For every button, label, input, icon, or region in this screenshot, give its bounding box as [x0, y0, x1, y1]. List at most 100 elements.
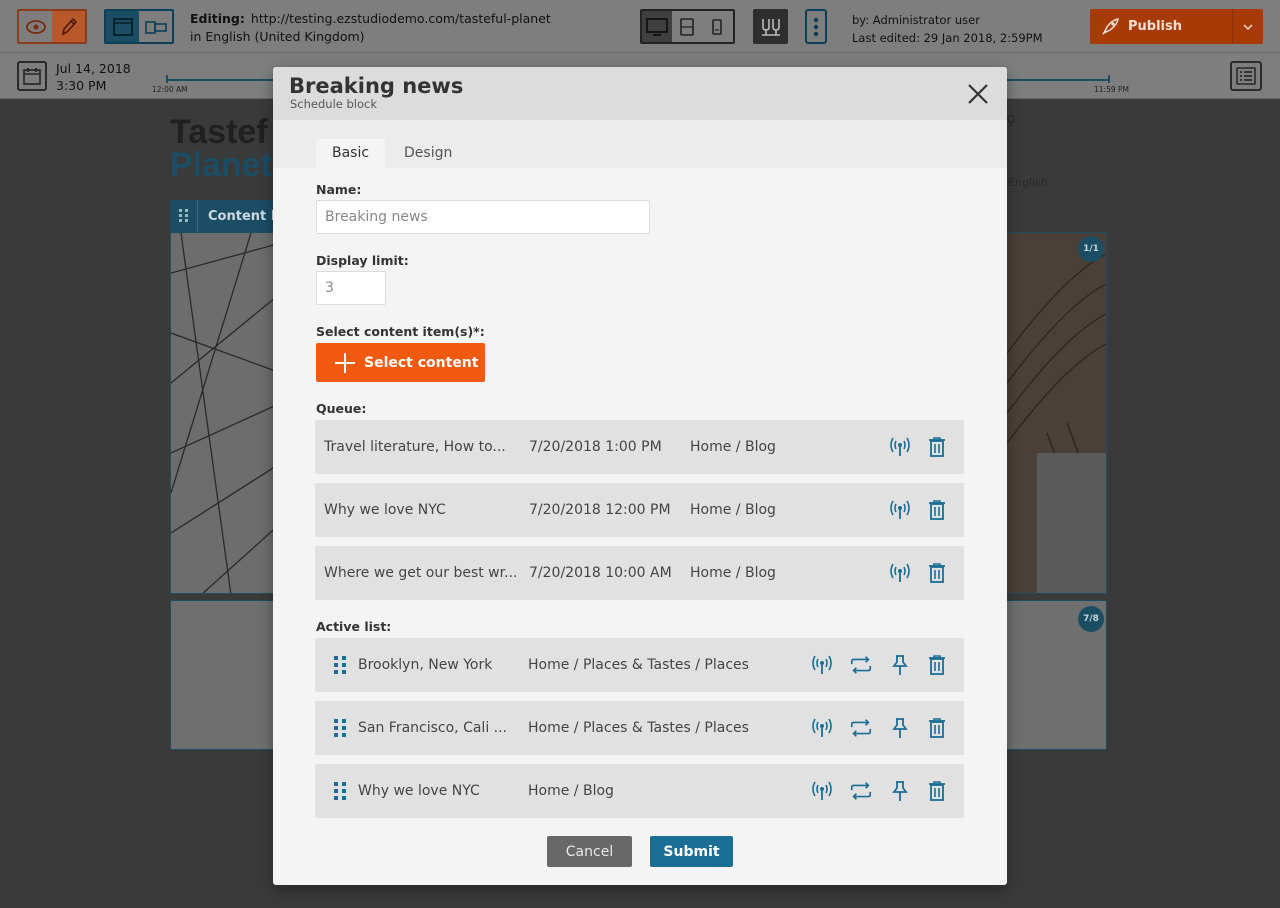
compare-button[interactable] [753, 9, 788, 44]
page-view-button[interactable] [106, 11, 139, 42]
active-list-label: Active list: [316, 619, 392, 634]
editing-language: in English (United Kingdom) [190, 29, 365, 44]
queue-item-title: Where we get our best wr... [324, 565, 518, 581]
name-input[interactable]: Breaking news [316, 200, 650, 234]
name-label: Name: [316, 182, 362, 197]
drag-handle-icon[interactable] [331, 779, 349, 803]
modal-header: Breaking news Schedule block [273, 67, 1007, 120]
structure-view-button[interactable] [139, 11, 172, 42]
cancel-button[interactable]: Cancel [547, 836, 632, 867]
schedule-block-modal: Breaking news Schedule block Basic Desig… [273, 67, 1007, 885]
modal-subtitle: Schedule block [290, 97, 378, 111]
replace-button[interactable] [849, 779, 873, 803]
broadcast-icon [890, 437, 910, 456]
modal-title: Breaking news [289, 74, 464, 98]
last-edited-line: Last edited: 29 Jan 2018, 2:59PM [852, 31, 1043, 45]
select-content-button[interactable]: Select content [316, 343, 485, 382]
author-info: by: Administrator user Last edited: 29 J… [852, 11, 1043, 47]
publish-now-button[interactable] [810, 653, 834, 677]
edit-mode-button[interactable] [52, 11, 85, 42]
content-block-header: Content L [170, 200, 280, 232]
queue-item-path: Home / Blog [690, 439, 776, 455]
timeline-start-label: 12:00 AM [152, 85, 188, 94]
page-search-icon: ⚲ [1006, 113, 1017, 129]
delete-button[interactable] [925, 561, 949, 585]
delete-button[interactable] [925, 653, 949, 677]
block-count-badge-bottom: 7/8 [1078, 606, 1104, 632]
pin-button[interactable] [888, 653, 912, 677]
preview-mode-button[interactable] [19, 11, 52, 42]
drag-handle-icon[interactable] [331, 653, 349, 677]
timeline-end-tick [1108, 75, 1110, 83]
publish-now-button[interactable] [888, 435, 912, 459]
publish-now-button[interactable] [810, 716, 834, 740]
mode-switcher [17, 9, 87, 44]
compare-icon [761, 18, 780, 36]
more-options-button[interactable] [805, 9, 827, 44]
block-grip-icon [170, 200, 198, 232]
tablet-icon [680, 17, 694, 36]
queue-row: Travel literature, How to... 7/20/2018 1… [315, 420, 964, 474]
top-toolbar: Editing: http://testing.ezstudiodemo.com/… [0, 0, 1280, 53]
editing-url: http://testing.ezstudiodemo.com/tasteful… [250, 11, 551, 26]
active-row: Brooklyn, New York Home / Places & Taste… [315, 638, 964, 692]
broadcast-icon [890, 563, 910, 582]
rocket-icon [1102, 17, 1119, 35]
queue-item-title: Travel literature, How to... [324, 439, 506, 455]
layout-icon [144, 20, 167, 34]
publish-button-group: Publish [1090, 9, 1263, 44]
desktop-icon [646, 17, 668, 36]
select-content-button-label: Select content [364, 354, 479, 371]
chevron-down-icon [1243, 23, 1253, 30]
tablet-preview-button[interactable] [672, 11, 702, 42]
repeat-icon [850, 656, 872, 674]
active-row: San Francisco, Cali ... Home / Places & … [315, 701, 964, 755]
broadcast-icon [812, 718, 832, 737]
queue-item-title: Why we love NYC [324, 502, 446, 518]
pencil-icon [61, 17, 77, 35]
active-item-title: Why we love NYC [358, 783, 480, 799]
delete-button[interactable] [925, 716, 949, 740]
display-limit-input[interactable]: 3 [316, 271, 386, 305]
drag-handle-icon[interactable] [331, 716, 349, 740]
delete-button[interactable] [925, 498, 949, 522]
calendar-button[interactable] [17, 61, 47, 91]
publish-now-button[interactable] [888, 561, 912, 585]
publish-options-button[interactable] [1233, 9, 1263, 44]
timeline-start-tick [166, 75, 168, 83]
pin-button[interactable] [888, 716, 912, 740]
queue-item-date: 7/20/2018 10:00 AM [529, 565, 672, 581]
mobile-preview-button[interactable] [702, 11, 732, 42]
repeat-icon [850, 719, 872, 737]
replace-button[interactable] [849, 653, 873, 677]
queue-row: Where we get our best wr... 7/20/2018 10… [315, 546, 964, 600]
pin-button[interactable] [888, 779, 912, 803]
publish-label: Publish [1128, 19, 1182, 34]
replace-button[interactable] [849, 716, 873, 740]
submit-button[interactable]: Submit [650, 836, 733, 867]
desktop-preview-button[interactable] [642, 11, 672, 42]
trash-icon [929, 781, 945, 801]
delete-button[interactable] [925, 435, 949, 459]
publish-now-button[interactable] [888, 498, 912, 522]
device-switcher [640, 9, 735, 44]
calendar-icon [23, 68, 41, 85]
schedule-list-button[interactable] [1230, 61, 1262, 91]
tab-basic[interactable]: Basic [316, 139, 386, 168]
publish-button[interactable]: Publish [1090, 9, 1233, 44]
editing-label: Editing: [190, 11, 245, 26]
delete-button[interactable] [925, 779, 949, 803]
block-count-badge-top: 1/1 [1078, 236, 1104, 262]
timeline-time: 3:30 PM [56, 78, 107, 93]
display-limit-label: Display limit: [316, 253, 409, 268]
page-image-right [1006, 232, 1107, 594]
tab-design[interactable]: Design [388, 139, 468, 168]
close-button[interactable] [965, 81, 991, 107]
trash-icon [929, 718, 945, 738]
queue-row: Why we love NYC 7/20/2018 12:00 PM Home … [315, 483, 964, 537]
page-image-left [170, 232, 280, 594]
active-row: Why we love NYC Home / Blog [315, 764, 964, 818]
publish-now-button[interactable] [810, 779, 834, 803]
timeline-datetime: Jul 14, 2018 3:30 PM [56, 60, 131, 94]
close-icon [968, 84, 988, 104]
